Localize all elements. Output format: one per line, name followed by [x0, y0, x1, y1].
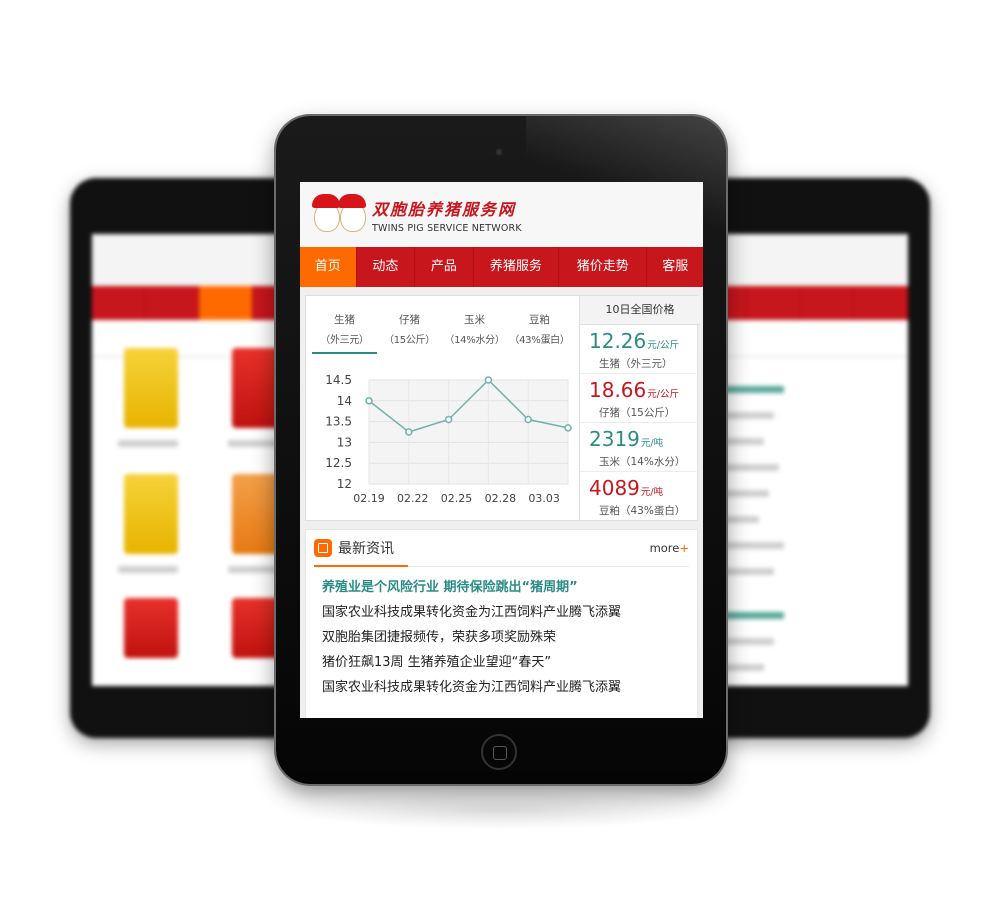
home-button[interactable]	[481, 734, 517, 770]
tablet-shadow	[290, 790, 710, 830]
nav-item-home[interactable]: 首页	[300, 247, 357, 287]
price-name: 生猪（外三元）	[599, 358, 673, 370]
price-unit: 元/公斤	[647, 340, 679, 351]
price-name: 仔猪（15公斤）	[599, 407, 676, 419]
national-price-side-panel: 10日全国价格 12.26元/公斤 生猪（外三元） 18.66元/公斤 仔猪（1…	[579, 296, 700, 520]
price-value-row: 18.66元/公斤	[589, 379, 700, 406]
price-item-live-pig[interactable]: 12.26元/公斤 生猪（外三元）	[580, 325, 700, 374]
product-bag-image	[124, 474, 178, 554]
tab-name: 玉米	[464, 314, 485, 326]
y-tick-label: 14.5	[325, 373, 352, 387]
price-item-soybean-meal[interactable]: 4089元/吨 豆粕（43%蛋白）	[580, 472, 700, 521]
x-tick-label: 02.25	[441, 492, 473, 505]
twin-pig-logo-icon[interactable]	[312, 192, 366, 238]
chart-data-point	[524, 415, 532, 424]
price-name: 豆粕（43%蛋白）	[599, 505, 686, 517]
price-line-chart: 14.5 14 13.5 13 12.5 1202.19 02.22 02.25 02.28 03…	[325, 373, 572, 505]
x-tick-label: 02.19	[353, 492, 385, 505]
news-item[interactable]: 养殖业是个风险行业 期待保险跳出“猪周期”	[322, 575, 697, 600]
x-tick-label: 02.28	[485, 492, 516, 505]
main-nav: 首页 动态 产品 养猪服务 猪价走势 客服	[300, 247, 703, 287]
news-header: 最新资讯 more+	[314, 530, 689, 567]
side-panel-title: 10日全国价格	[580, 296, 700, 325]
brand-name-en: TWINS PIG SERVICE NETWORK	[372, 222, 522, 234]
more-link[interactable]: more+	[650, 541, 689, 555]
price-value: 2319	[589, 427, 640, 451]
product-bag-image	[124, 598, 178, 658]
chart-data-point	[365, 397, 373, 405]
tab-sub: （外三元）	[320, 335, 369, 346]
news-list: 养殖业是个风险行业 期待保险跳出“猪周期” 国家农业科技成果转化资金为江西饲料产…	[306, 567, 697, 700]
nav-item-news[interactable]: 动态	[357, 247, 416, 287]
camera-icon	[495, 148, 503, 156]
price-name: 玉米（14%水分）	[599, 456, 686, 468]
tab-sub: （43%蛋白）	[509, 335, 570, 346]
plus-icon: +	[679, 541, 689, 555]
chart-plot-background	[369, 380, 568, 484]
tablet-screen: 双胞胎养猪服务网 TWINS PIG SERVICE NETWORK 首页 动态…	[300, 182, 703, 718]
price-value: 18.66	[589, 378, 647, 402]
tab-name: 豆粕	[529, 314, 550, 326]
site-logo[interactable]: 双胞胎养猪服务网 TWINS PIG SERVICE NETWORK	[372, 196, 522, 234]
price-chart-area: 生猪 （外三元） 仔猪 （15公斤） 玉米 （14%水分） 豆粕 （43%蛋白）	[306, 296, 578, 520]
price-tabs: 生猪 （外三元） 仔猪 （15公斤） 玉米 （14%水分） 豆粕 （43%蛋白）	[306, 296, 578, 354]
x-tick-label: 03.03	[528, 492, 560, 505]
tab-corn[interactable]: 玉米 （14%水分）	[442, 296, 507, 354]
price-panel: 生猪 （外三元） 仔猪 （15公斤） 玉米 （14%水分） 豆粕 （43%蛋白）	[305, 295, 700, 521]
y-tick-label: 12.5	[325, 456, 352, 470]
x-tick-label: 02.22	[397, 492, 429, 505]
news-item[interactable]: 双胞胎集团捷报频传，荣获多项奖励殊荣	[322, 625, 697, 650]
price-item-corn[interactable]: 2319元/吨 玉米（14%水分）	[580, 423, 700, 472]
price-unit: 元/吨	[640, 487, 664, 498]
more-text: more	[649, 541, 680, 555]
price-item-piglet[interactable]: 18.66元/公斤 仔猪（15公斤）	[580, 374, 700, 423]
news-section: 最新资讯 more+ 养殖业是个风险行业 期待保险跳出“猪周期” 国家农业科技成…	[305, 529, 698, 718]
price-unit: 元/公斤	[647, 389, 679, 400]
product-bag-image	[124, 348, 178, 428]
news-item[interactable]: 国家农业科技成果转化资金为江西饲料产业腾飞添翼	[322, 675, 697, 700]
nav-item-price-trend[interactable]: 猪价走势	[559, 247, 648, 287]
chart-data-point	[444, 415, 453, 424]
brand-name-cn: 双胞胎养猪服务网	[372, 199, 517, 219]
site-header: 双胞胎养猪服务网 TWINS PIG SERVICE NETWORK	[300, 182, 703, 247]
chart-data-point	[564, 424, 572, 432]
nav-item-products[interactable]: 产品	[415, 247, 474, 287]
price-value-row: 4089元/吨	[589, 477, 700, 504]
chart-data-point	[405, 428, 413, 436]
news-item[interactable]: 猪价狂飙13周 生猪养殖企业望迎“春天”	[322, 650, 697, 675]
tab-sub: （14%水分）	[444, 335, 505, 346]
price-value: 12.26	[589, 329, 647, 353]
price-value-row: 2319元/吨	[589, 428, 700, 455]
tab-soybean-meal[interactable]: 豆粕 （43%蛋白）	[507, 296, 572, 354]
newspaper-icon	[314, 539, 332, 557]
nav-item-customer-service[interactable]: 客服	[647, 247, 703, 287]
y-tick-label: 14	[337, 394, 352, 408]
tab-name: 生猪	[334, 314, 355, 326]
y-tick-label: 13	[337, 435, 352, 449]
tab-sub: （15公斤）	[384, 335, 435, 346]
price-value-row: 12.26元/公斤	[589, 330, 700, 357]
price-unit: 元/吨	[640, 438, 664, 449]
tab-piglet[interactable]: 仔猪 （15公斤）	[377, 296, 442, 354]
tab-live-pig[interactable]: 生猪 （外三元）	[312, 296, 377, 354]
chart-data-point	[484, 376, 493, 384]
price-value: 4089	[589, 476, 640, 500]
front-tablet: 双胞胎养猪服务网 TWINS PIG SERVICE NETWORK 首页 动态…	[276, 116, 726, 784]
y-tick-label: 13.5	[325, 415, 352, 429]
nav-item-pig-service[interactable]: 养猪服务	[474, 247, 560, 287]
tab-name: 仔猪	[399, 314, 420, 326]
news-item[interactable]: 国家农业科技成果转化资金为江西饲料产业腾飞添翼	[322, 600, 697, 625]
y-tick-label: 12	[337, 477, 352, 491]
news-section-title: 最新资讯	[338, 541, 394, 557]
